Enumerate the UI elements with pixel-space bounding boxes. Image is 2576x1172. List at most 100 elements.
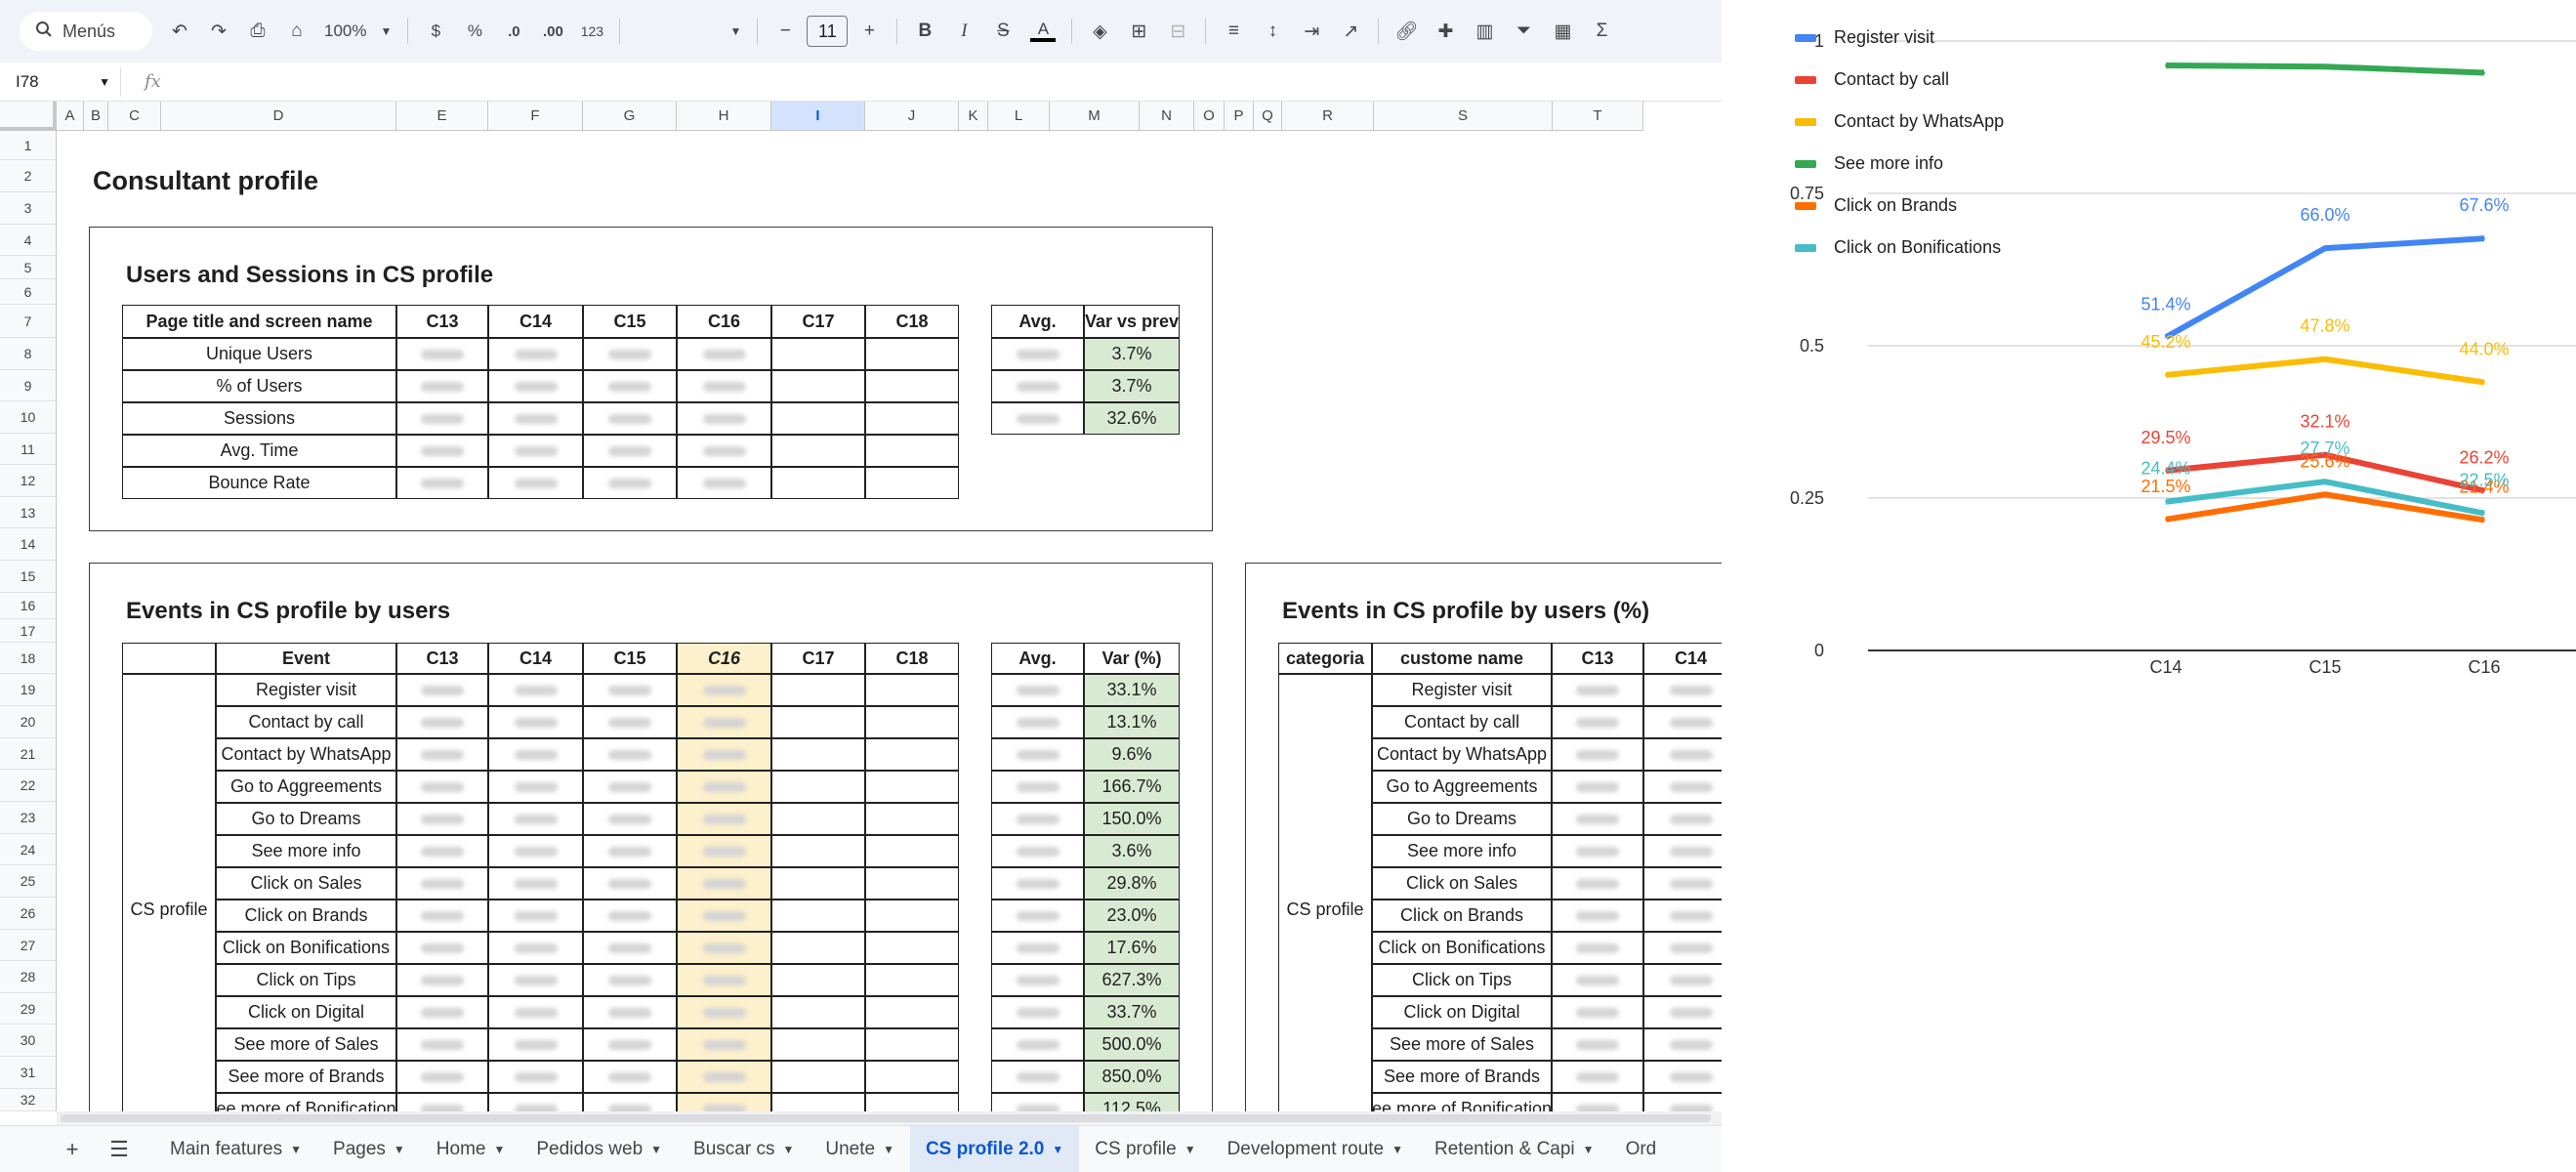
avg-cell[interactable] (991, 996, 1084, 1028)
value-cell[interactable] (396, 964, 488, 996)
avg-cell[interactable] (991, 900, 1084, 932)
header-cell[interactable]: custome name (1372, 643, 1552, 674)
row-header[interactable]: 1 (0, 131, 57, 160)
value-cell[interactable] (1552, 900, 1643, 932)
header-cell[interactable]: C13 (1552, 643, 1643, 674)
value-cell[interactable] (677, 803, 771, 835)
event-label[interactable]: Register visit (216, 674, 396, 706)
value-cell[interactable] (583, 674, 677, 706)
header-cell[interactable]: C17 (771, 305, 865, 338)
row-header[interactable]: 14 (0, 528, 57, 561)
increase-font-size-button[interactable]: + (852, 12, 887, 51)
tab-development-route[interactable]: Development route ▼ (1212, 1126, 1419, 1172)
data-point[interactable] (2324, 65, 2326, 68)
value-cell[interactable] (396, 932, 488, 964)
value-cell[interactable] (396, 435, 488, 467)
data-point[interactable] (2483, 237, 2485, 240)
row-label[interactable]: Unique Users (122, 338, 396, 370)
column-header-r[interactable]: R (1282, 102, 1374, 131)
column-header-o[interactable]: O (1194, 102, 1225, 131)
value-cell[interactable] (396, 996, 488, 1028)
value-cell[interactable] (677, 867, 771, 900)
value-cell[interactable] (1552, 706, 1643, 738)
row-header[interactable]: 6 (0, 279, 57, 305)
number-format-button[interactable]: 123 (574, 12, 609, 51)
value-cell[interactable] (583, 1061, 677, 1093)
row-header[interactable]: 10 (0, 401, 57, 434)
column-header-e[interactable]: E (396, 102, 488, 131)
column-header-s[interactable]: S (1374, 102, 1553, 131)
header-cell[interactable]: Event (216, 643, 396, 674)
value-cell[interactable] (1643, 674, 1722, 706)
row-header[interactable]: 7 (0, 305, 57, 338)
tab-ord[interactable]: Ord (1610, 1126, 1673, 1172)
row-header[interactable]: 24 (0, 834, 57, 865)
header-cell[interactable]: C15 (583, 643, 677, 674)
value-cell[interactable] (865, 771, 959, 803)
row-header[interactable]: 13 (0, 497, 57, 528)
value-cell[interactable] (865, 835, 959, 867)
value-cell[interactable] (488, 996, 583, 1028)
row-label[interactable]: Sessions (122, 402, 396, 435)
var-cell[interactable]: 29.8% (1084, 867, 1180, 900)
value-cell[interactable] (771, 738, 865, 771)
value-cell[interactable] (865, 338, 959, 370)
row-header[interactable]: 32 (0, 1089, 57, 1111)
legend-item[interactable]: Click on Brands (1795, 195, 1957, 216)
data-point[interactable] (2165, 518, 2167, 521)
value-cell[interactable] (583, 996, 677, 1028)
value-cell[interactable] (771, 803, 865, 835)
column-header-g[interactable]: G (583, 102, 677, 131)
row-header[interactable]: 3 (0, 192, 57, 225)
line-chart-panel[interactable]: 0 0.25 0.5 0.75 1 C14 C15 C16 51.4% 66.0% 67.6% 29.… (1722, 0, 2576, 1172)
select-all-corner[interactable] (0, 102, 57, 131)
value-cell[interactable] (771, 674, 865, 706)
value-cell[interactable] (1643, 1028, 1722, 1061)
value-cell[interactable] (1643, 964, 1722, 996)
decrease-font-size-button[interactable]: − (768, 12, 803, 51)
undo-icon[interactable]: ↶ (162, 12, 197, 51)
value-cell[interactable] (1643, 900, 1722, 932)
line-chart[interactable]: 00.250.50.751C14 C15 C1651.4%66.0% 67.6%29.… (1722, 0, 2576, 1172)
value-cell[interactable] (677, 1061, 771, 1093)
value-cell[interactable] (488, 738, 583, 771)
header-cell[interactable]: categoria (1278, 643, 1372, 674)
value-cell[interactable] (488, 1061, 583, 1093)
bold-button[interactable]: B (907, 12, 942, 51)
column-header-i[interactable]: I (771, 102, 865, 131)
value-cell[interactable] (583, 1028, 677, 1061)
value-cell[interactable] (771, 467, 865, 499)
percent-format-button[interactable]: % (457, 12, 492, 51)
row-header[interactable]: 30 (0, 1025, 57, 1057)
value-cell[interactable] (771, 1061, 865, 1093)
increase-decimal-button[interactable]: .00 (535, 12, 570, 51)
column-header-k[interactable]: K (959, 102, 988, 131)
row-header[interactable]: 17 (0, 619, 57, 643)
event-label[interactable]: Click on Brands (1372, 900, 1552, 932)
value-cell[interactable] (771, 435, 865, 467)
header-cell[interactable]: C17 (771, 643, 865, 674)
group-label-cell[interactable]: CS profile (1278, 674, 1372, 1145)
value-cell[interactable] (677, 435, 771, 467)
value-cell[interactable] (396, 1028, 488, 1061)
value-cell[interactable] (677, 771, 771, 803)
value-cell[interactable] (583, 338, 677, 370)
row-header[interactable]: 27 (0, 930, 57, 961)
value-cell[interactable] (1643, 803, 1722, 835)
value-cell[interactable] (1552, 674, 1643, 706)
value-cell[interactable] (771, 402, 865, 435)
value-cell[interactable] (1643, 738, 1722, 771)
all-sheets-icon[interactable]: ☰ (96, 1126, 143, 1172)
avg-cell[interactable] (991, 338, 1084, 370)
value-cell[interactable] (583, 370, 677, 402)
value-cell[interactable] (488, 932, 583, 964)
event-label[interactable]: See more of Brands (1372, 1061, 1552, 1093)
header-cell[interactable]: C18 (865, 643, 959, 674)
row-header[interactable]: 9 (0, 370, 57, 401)
value-cell[interactable] (677, 338, 771, 370)
header-cell-blank[interactable] (122, 643, 216, 674)
column-header-t[interactable]: T (1553, 102, 1643, 131)
value-cell[interactable] (488, 964, 583, 996)
value-cell[interactable] (488, 674, 583, 706)
value-cell[interactable] (488, 803, 583, 835)
